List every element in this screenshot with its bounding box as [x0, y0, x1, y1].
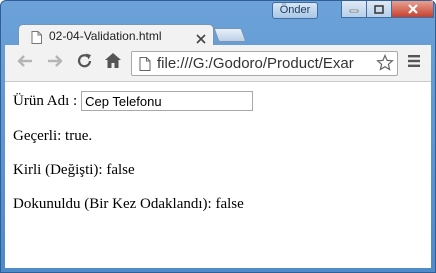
page-icon — [139, 57, 151, 75]
forward-button[interactable] — [45, 53, 65, 73]
home-icon — [104, 52, 122, 74]
tab-title: 02-04-Validation.html — [49, 29, 162, 43]
page-content: Ürün Adı : Geçerli: true. Kirli (Değişti… — [5, 82, 431, 268]
reload-icon — [76, 52, 94, 75]
star-icon[interactable] — [376, 53, 394, 75]
browser-window: Önder 02-04-Validation.html file:///G:/G… — [0, 0, 436, 273]
back-icon — [16, 53, 34, 74]
close-icon — [407, 4, 419, 14]
menu-icon — [407, 55, 421, 72]
valid-status-text: Geçerli: true. — [13, 128, 93, 144]
product-name-input[interactable] — [81, 91, 254, 111]
title-bar: Önder — [1, 1, 435, 19]
maximize-button[interactable] — [366, 1, 392, 18]
maximize-icon — [374, 4, 384, 14]
product-name-label: Ürün Adı : — [13, 92, 78, 109]
window-controls — [341, 1, 434, 19]
close-window-button[interactable] — [391, 1, 434, 18]
home-button[interactable] — [103, 53, 123, 73]
forward-icon — [46, 53, 64, 74]
address-bar[interactable]: file:///G:/Godoro/Product/Exar — [131, 51, 398, 76]
back-button[interactable] — [15, 53, 35, 73]
url-text: file:///G:/Godoro/Product/Exar — [157, 55, 354, 72]
reload-button[interactable] — [75, 53, 95, 73]
tab-strip: 02-04-Validation.html — [1, 19, 435, 48]
product-name-row: Ürün Adı : — [13, 90, 254, 112]
dirty-status-text: Kirli (Değişti): false — [13, 162, 135, 178]
minimize-icon — [349, 5, 359, 13]
user-profile-badge[interactable]: Önder — [272, 2, 318, 19]
new-tab-button[interactable] — [213, 28, 247, 42]
browser-toolbar: file:///G:/Godoro/Product/Exar — [5, 45, 431, 82]
touched-status-text: Dokunuldu (Bir Kez Odaklandı): false — [13, 196, 244, 212]
menu-button[interactable] — [407, 54, 421, 73]
minimize-button[interactable] — [341, 1, 367, 18]
